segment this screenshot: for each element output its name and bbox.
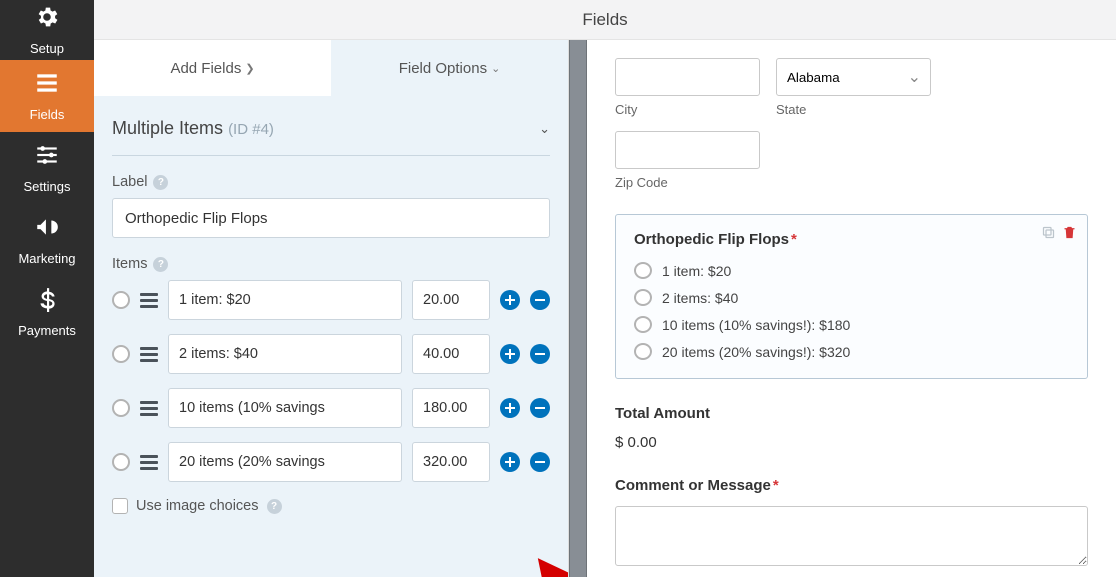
topbar: Fields [94,0,1116,40]
drag-handle-icon[interactable] [140,347,158,362]
slider-icon [34,142,60,173]
nav-settings[interactable]: Settings [0,132,94,204]
tab-label: Field Options [399,60,487,77]
help-icon[interactable]: ? [267,499,282,514]
item-price-input[interactable] [412,388,490,428]
option-radio[interactable] [634,343,652,360]
required-asterisk: * [791,231,797,248]
image-choices-checkbox[interactable] [112,498,128,514]
item-label-input[interactable] [168,388,402,428]
remove-item-button[interactable] [530,398,550,418]
drag-handle-icon[interactable] [140,293,158,308]
item-row [112,334,550,374]
page-title: Fields [582,10,627,30]
remove-item-button[interactable] [530,452,550,472]
chevron-down-icon: ⌄ [491,62,500,75]
nav-fields[interactable]: Fields [0,60,94,132]
gear-icon [34,4,60,35]
item-label-input[interactable] [168,442,402,482]
state-select[interactable] [776,58,931,96]
required-asterisk: * [773,477,779,494]
option-label: 10 items (10% savings!): $180 [662,317,850,333]
drag-handle-icon[interactable] [140,401,158,416]
tab-label: Add Fields [170,60,241,77]
option-radio[interactable] [634,316,652,333]
comment-label: Comment or Message [615,477,771,494]
duplicate-icon[interactable] [1041,225,1056,244]
item-price-input[interactable] [412,442,490,482]
panel-tabs: Add Fields ❯ Field Options ⌄ [94,40,568,96]
nav-payments[interactable]: Payments [0,276,94,348]
nav-label: Settings [24,179,71,194]
item-price-input[interactable] [412,334,490,374]
total-label: Total Amount [615,405,1088,422]
item-row [112,388,550,428]
label-group: Label ? [112,156,550,238]
main-sidebar: Setup Fields Settings Marketing Payments [0,0,94,577]
chevron-down-icon: ⌄ [539,121,550,137]
remove-item-button[interactable] [530,344,550,364]
state-label: State [776,102,931,117]
zip-label: Zip Code [615,175,760,190]
option-radio[interactable] [634,289,652,306]
item-default-radio[interactable] [112,399,130,417]
city-input[interactable] [615,58,760,96]
add-item-button[interactable] [500,344,520,364]
item-row [112,280,550,320]
option-row[interactable]: 2 items: $40 [634,289,1069,306]
add-item-button[interactable] [500,398,520,418]
chevron-right-icon: ❯ [245,62,254,75]
option-label: 1 item: $20 [662,263,731,279]
list-icon [34,70,60,101]
trash-icon[interactable] [1062,225,1077,244]
image-choices-row[interactable]: Use image choices ? [112,498,550,514]
option-radio[interactable] [634,262,652,279]
comment-textarea[interactable] [615,506,1088,566]
add-item-button[interactable] [500,452,520,472]
annotation-arrow [522,556,568,577]
zip-input[interactable] [615,131,760,169]
option-label: 20 items (20% savings!): $320 [662,344,850,360]
total-value: $ 0.00 [615,434,1088,451]
section-header[interactable]: Multiple Items (ID #4) ⌄ [112,96,550,156]
item-default-radio[interactable] [112,453,130,471]
drag-handle-icon[interactable] [140,455,158,470]
card-title: Orthopedic Flip Flops [634,231,789,248]
tab-field-options[interactable]: Field Options ⌄ [331,40,568,96]
add-item-button[interactable] [500,290,520,310]
city-label: City [615,102,760,117]
item-label-input[interactable] [168,280,402,320]
option-row[interactable]: 10 items (10% savings!): $180 [634,316,1069,333]
option-row[interactable]: 1 item: $20 [634,262,1069,279]
nav-label: Marketing [18,251,75,266]
dollar-icon [34,286,60,317]
help-icon[interactable]: ? [153,257,168,272]
nav-label: Payments [18,323,76,338]
nav-label: Fields [30,107,65,122]
item-default-radio[interactable] [112,291,130,309]
bullhorn-icon [34,214,60,245]
image-choices-label: Use image choices [136,498,259,514]
nav-setup[interactable]: Setup [0,0,94,60]
panel-gutter[interactable] [569,40,587,577]
items-group: Items ? [112,238,550,482]
help-icon[interactable]: ? [153,175,168,190]
option-row[interactable]: 20 items (20% savings!): $320 [634,343,1069,360]
section-title: Multiple Items (ID #4) [112,118,274,139]
tab-add-fields[interactable]: Add Fields ❯ [94,40,331,96]
label-heading: Label [112,174,147,190]
item-default-radio[interactable] [112,345,130,363]
nav-marketing[interactable]: Marketing [0,204,94,276]
label-input[interactable] [112,198,550,238]
form-preview: City ⌄ State Zip Code [587,40,1116,577]
item-label-input[interactable] [168,334,402,374]
product-field-card[interactable]: Orthopedic Flip Flops* 1 item: $20 2 item… [615,214,1088,379]
remove-item-button[interactable] [530,290,550,310]
items-heading: Items [112,256,147,272]
nav-label: Setup [30,41,64,56]
item-price-input[interactable] [412,280,490,320]
item-row [112,442,550,482]
option-label: 2 items: $40 [662,290,738,306]
